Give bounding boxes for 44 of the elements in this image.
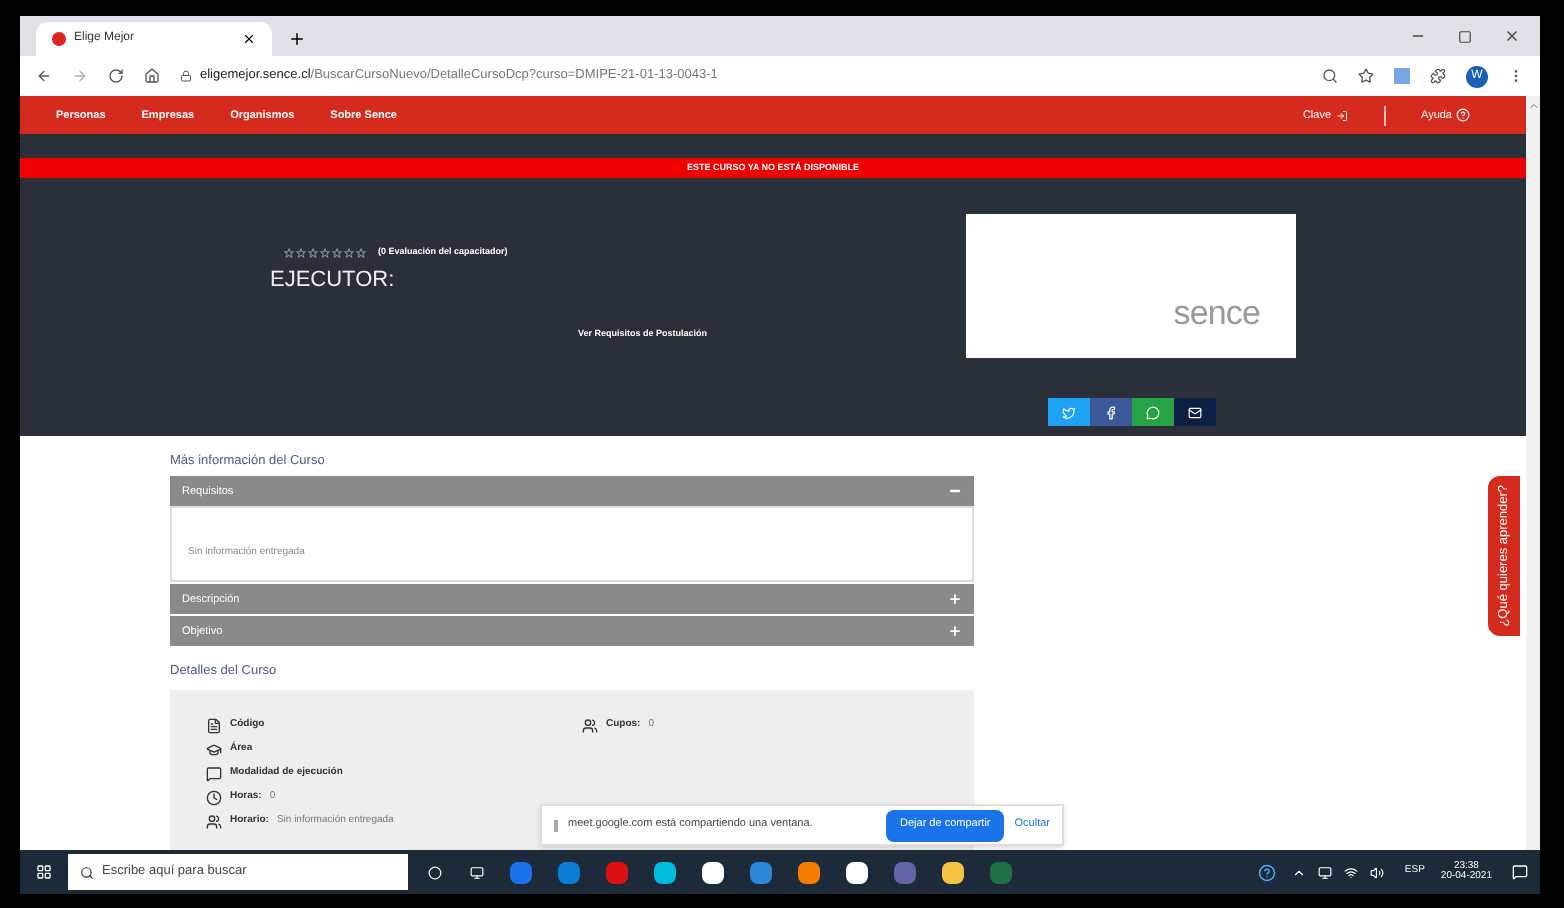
home-icon[interactable] bbox=[144, 68, 160, 84]
envelope-icon bbox=[1187, 405, 1201, 420]
favicon-icon bbox=[52, 32, 66, 46]
graduation-cap-icon bbox=[206, 742, 222, 759]
chat-icon bbox=[206, 766, 222, 783]
drag-handle-icon[interactable] bbox=[554, 819, 558, 831]
tray-chevron-icon[interactable] bbox=[1292, 865, 1307, 879]
close-icon[interactable] bbox=[242, 32, 256, 46]
search-icon[interactable] bbox=[1322, 68, 1338, 84]
taskbar-app-icon[interactable] bbox=[654, 861, 676, 883]
share-button[interactable] bbox=[1131, 398, 1173, 427]
expand-icon bbox=[948, 624, 962, 639]
sence-logo: sence bbox=[1173, 291, 1260, 336]
document-icon bbox=[206, 718, 222, 735]
taskbar-app-icon[interactable] bbox=[702, 861, 724, 883]
people-icon bbox=[582, 718, 598, 735]
executor-label: EJECUTOR: bbox=[270, 266, 397, 297]
volume-icon[interactable] bbox=[1370, 865, 1385, 879]
expand-icon bbox=[948, 592, 962, 607]
help-icon bbox=[1456, 108, 1470, 123]
bookmark-star-icon[interactable] bbox=[1358, 68, 1374, 84]
help-icon[interactable] bbox=[1258, 863, 1277, 881]
login-icon bbox=[1335, 109, 1347, 122]
puzzle-icon[interactable] bbox=[1430, 68, 1446, 84]
taskbar-app-icon[interactable] bbox=[846, 861, 868, 883]
scrollbar[interactable] bbox=[1526, 96, 1540, 850]
clock-icon bbox=[206, 790, 222, 807]
speech-bubble-icon bbox=[1145, 405, 1159, 420]
notifications-icon[interactable] bbox=[1512, 864, 1528, 880]
network-icon[interactable] bbox=[1344, 865, 1359, 879]
new-tab-icon[interactable] bbox=[288, 30, 306, 48]
people-icon bbox=[206, 814, 222, 831]
search-icon bbox=[80, 865, 94, 879]
share-button[interactable] bbox=[1047, 398, 1089, 427]
reload-icon[interactable] bbox=[108, 68, 124, 84]
taskbar-app-icon[interactable] bbox=[942, 861, 964, 883]
facebook-icon bbox=[1103, 405, 1117, 420]
restore-icon[interactable] bbox=[1458, 30, 1472, 44]
close-icon[interactable] bbox=[1504, 28, 1520, 44]
share-button[interactable] bbox=[1173, 398, 1215, 427]
share-button[interactable] bbox=[1089, 398, 1131, 427]
bird-icon bbox=[1061, 405, 1075, 420]
lock-icon bbox=[180, 70, 192, 82]
back-icon[interactable] bbox=[36, 68, 52, 84]
